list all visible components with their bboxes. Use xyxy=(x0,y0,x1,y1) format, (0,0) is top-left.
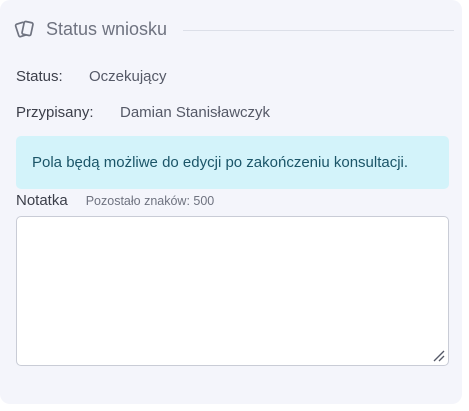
status-value: Oczekujący xyxy=(89,68,167,85)
cards-icon xyxy=(14,18,36,40)
status-row: Status: Oczekujący xyxy=(16,68,167,85)
status-label: Status: xyxy=(16,68,63,85)
status-panel: Status wniosku Status: Oczekujący Przypi… xyxy=(0,0,462,404)
note-header: Notatka Pozostało znaków: 500 xyxy=(16,192,214,209)
panel-header: Status wniosku xyxy=(14,16,454,42)
note-label: Notatka xyxy=(16,192,68,209)
panel-title: Status wniosku xyxy=(46,18,168,39)
header-divider xyxy=(183,29,454,31)
info-alert: Pola będą możliwe do edycji po zakończen… xyxy=(16,136,449,189)
assignee-label: Przypisany: xyxy=(16,104,94,121)
assignee-value: Damian Stanisławczyk xyxy=(120,104,271,121)
note-textarea[interactable] xyxy=(16,216,449,366)
info-message: Pola będą możliwe do edycji po zakończen… xyxy=(32,154,409,171)
resize-handle-icon[interactable] xyxy=(431,348,445,362)
char-counter: Pozostało znaków: 500 xyxy=(85,194,215,208)
assignee-row: Przypisany: Damian Stanisławczyk xyxy=(16,104,270,121)
